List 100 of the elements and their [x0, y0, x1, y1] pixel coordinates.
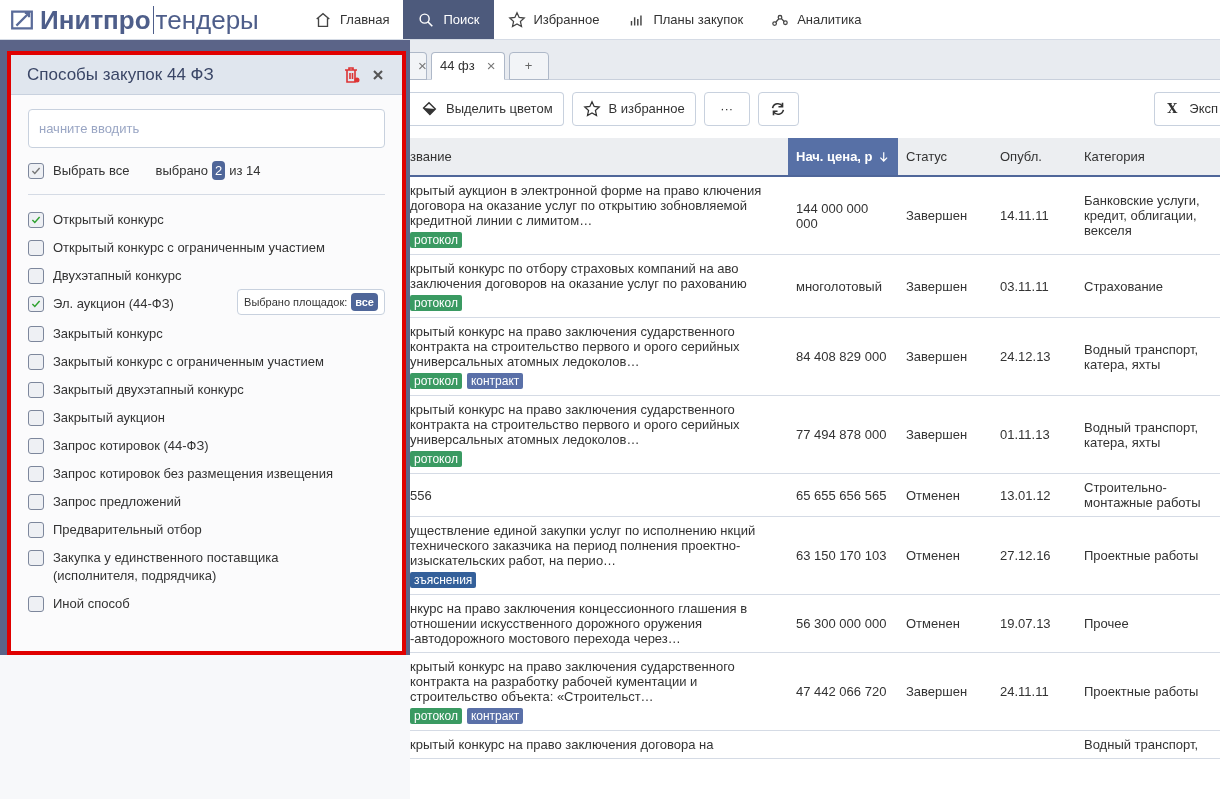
tender-title[interactable]: крытый конкурс на право заключения договора на — [410, 737, 780, 752]
date-cell: 03.11.11 — [1000, 278, 1049, 294]
tender-title[interactable]: нкурс на право заключения концессионного глашения в отношении искусственного дорожного оружения -автодорожного мостового перехода через… — [410, 601, 780, 646]
option-label: Двухэтапный конкурс — [53, 267, 182, 285]
column-header[interactable]: Статус — [898, 138, 992, 175]
check-icon — [30, 298, 42, 310]
total-label: из 14 — [229, 161, 261, 180]
category-cell-text: Водный транспорт, катера, яхты — [1084, 341, 1200, 372]
price-cell: 47 442 066 720 — [796, 684, 887, 699]
option-label: Закупка у единственного поставщика (исполнителя, подрядчика) — [53, 549, 280, 585]
checkbox[interactable] — [28, 162, 44, 179]
nav-tab[interactable]: Планы закупок — [613, 0, 758, 39]
toolbar-button[interactable]: ··· — [703, 92, 750, 126]
option-label: Эл. аукцион (44-ФЗ) — [53, 295, 174, 313]
count-badge: 2 — [212, 160, 226, 181]
tag: контракт — [466, 708, 524, 724]
option-label: Иной способ — [53, 595, 130, 613]
status-cell: Завершен — [906, 427, 968, 442]
delete-button[interactable] — [342, 64, 362, 85]
price-cell: 63 150 170 103 — [796, 548, 887, 563]
option-label: Открытый конкурс — [53, 211, 164, 229]
star-icon — [582, 100, 601, 118]
checkbox[interactable] — [28, 596, 44, 612]
checkbox[interactable] — [28, 438, 44, 454]
selected-label: выбрано — [155, 161, 209, 180]
nav-tab[interactable]: Избранное — [493, 0, 614, 39]
tag: ротокол — [410, 708, 462, 724]
status-cell: Завершен — [906, 349, 968, 364]
option-label: Запрос котировок без размещения извещения — [53, 465, 334, 483]
checkbox[interactable] — [28, 212, 44, 228]
price-cell-text: 144 000 000 000 — [796, 200, 870, 231]
status-cell: Завершен — [906, 684, 968, 699]
house-icon — [314, 10, 332, 29]
option-label: Закрытый конкурс с ограниченным участием — [53, 353, 324, 371]
tender-title[interactable]: уществление единой закупки услуг по исполнению нкций технического заказчика на период полнения проектно-изыскательских работ, на перио… — [410, 523, 780, 568]
tender-title[interactable]: крытый конкурс на право заключения сударственного контракта на строительство первого и орого серийных универсальных атомных ледоколов… — [410, 324, 780, 369]
status-cell: Отменен — [906, 616, 960, 631]
checkbox[interactable] — [28, 410, 44, 426]
date-cell: 01.11.13 — [1000, 427, 1050, 442]
option-label: Предварительный отбор — [53, 521, 202, 539]
checkbox[interactable] — [28, 354, 44, 370]
tender-title[interactable]: крытый конкурс на право заключения сударственного контракта на строительство первого и орого серийных универсальных атомных ледоколов… — [410, 402, 780, 447]
tab[interactable]: 44 фз × — [431, 52, 505, 80]
category-cell: Проектные работы — [1084, 684, 1199, 699]
option-label: Закрытый аукцион — [53, 409, 165, 427]
column-header[interactable]: Нач. цена, р — [788, 138, 898, 175]
category-cell-text: Банковские услуги, кредит, облигации, векселя — [1084, 193, 1201, 238]
toolbar-button[interactable]: Выделить цветом — [410, 92, 564, 126]
tag: ротокол — [410, 295, 462, 311]
search-icon — [417, 10, 436, 29]
category-cell: Водный транспорт, — [1084, 737, 1199, 752]
toolbar-button[interactable]: В избранное — [571, 92, 696, 126]
tag: ротокол — [410, 232, 462, 248]
checkbox[interactable] — [28, 522, 44, 538]
column-header[interactable]: Опубл. — [992, 138, 1076, 175]
checkbox[interactable] — [28, 296, 44, 312]
toolbar-button[interactable] — [757, 92, 799, 126]
tab-close[interactable]: × — [418, 54, 427, 78]
platforms-selector[interactable]: Выбрано площадок: все — [237, 289, 385, 315]
tender-title[interactable]: крытый конкурс на право заключения сударственного контракта на разработку рабочей кументации и строительство объекта: «Строительст… — [410, 659, 780, 704]
tender-title[interactable]: крытый конкурс по отбору страховых компаний на аво заключения договоров на оказание услуг по рахованию — [410, 261, 780, 291]
tag: зъяснения — [410, 572, 477, 588]
platforms-label: Выбрано площадок: — [244, 295, 348, 310]
tender-title[interactable]: 556 — [410, 487, 780, 503]
export-button[interactable]: X Эксп — [1154, 92, 1220, 126]
tag: контракт — [466, 373, 524, 389]
tender-title[interactable]: крытый аукцион в электронной форме на право ключения договора на оказание услуг по открытию зобновляемой кредитной линии с лимитом… — [410, 183, 780, 228]
tab[interactable]: × — [410, 52, 427, 80]
platforms-badge: все — [351, 293, 378, 311]
column-header[interactable]: Категория — [1076, 138, 1220, 175]
checkbox[interactable] — [28, 382, 44, 398]
date-cell: 13.01.12 — [1000, 487, 1051, 503]
checkbox[interactable] — [28, 326, 44, 342]
search-field[interactable]: начните вводить — [28, 109, 385, 148]
status-cell: Завершен — [906, 208, 968, 223]
star-icon — [507, 10, 526, 29]
nav-tab[interactable]: Аналитика — [757, 0, 876, 39]
checkbox[interactable] — [28, 466, 44, 482]
checkbox[interactable] — [28, 268, 44, 284]
option-label: Запрос котировок (44-ФЗ) — [53, 437, 209, 455]
status-cell: Завершен — [906, 278, 968, 294]
status-cell: Отменен — [906, 487, 960, 503]
option-label: Закрытый конкурс — [53, 325, 163, 343]
nav-tab[interactable]: Поиск — [403, 0, 494, 39]
category-cell: Проектные работы — [1084, 548, 1199, 563]
status-cell: Отменен — [906, 548, 960, 563]
panel-title: Способы закупок 44 ФЗ — [27, 63, 215, 86]
column-header[interactable]: звание — [410, 138, 788, 175]
checkbox[interactable] — [28, 494, 44, 510]
date-cell: 14.11.11 — [1000, 208, 1049, 223]
tag: ротокол — [410, 451, 462, 467]
checkbox[interactable] — [28, 240, 44, 256]
tab-close[interactable]: × — [486, 54, 496, 78]
date-cell: 19.07.13 — [1000, 616, 1051, 631]
category-cell-text: Строительно-монтажные работы — [1084, 480, 1202, 510]
checkbox-label: Выбрать все — [53, 161, 130, 180]
nav-tab[interactable]: Главная — [300, 0, 404, 39]
tab[interactable]: + — [508, 52, 549, 80]
checkbox[interactable] — [28, 550, 44, 566]
price-cell: многолотовый — [796, 278, 882, 294]
